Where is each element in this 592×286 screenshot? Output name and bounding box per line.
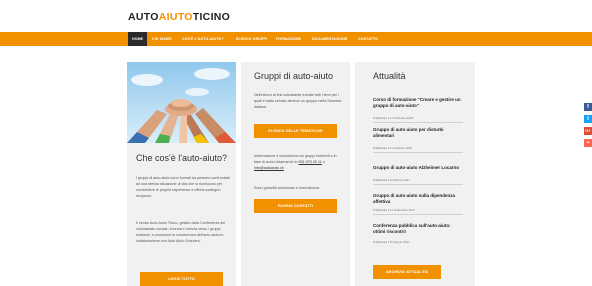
card-self-help-groups: Gruppi di auto-aiuto Nell'elenco al link… <box>241 62 350 286</box>
news-item-date: Pubblicato il 11 Settembre 2017 <box>373 208 416 212</box>
logo-part-auto: AUTO <box>128 11 159 23</box>
news-item-title[interactable]: Gruppo di auto-aiuto per disturbi alimen… <box>373 127 463 139</box>
news-item-date: Pubblicato il 9 Ottobre 2017 <box>373 178 411 182</box>
news-item-date: Pubblicato il 8 Giugno 2017 <box>373 240 410 244</box>
card2-title: Gruppi di auto-aiuto <box>254 71 334 81</box>
logo-part-ticino: TICINO <box>192 11 231 23</box>
card3-title: Attualità <box>373 71 406 81</box>
news-item-title[interactable]: Corso di formazione "Creare e gestire un… <box>373 97 463 109</box>
news-item-date: Pubblicato il 11 Febbraio 2018 <box>373 116 414 120</box>
site-logo[interactable]: AUTOAIUTOTICINO <box>128 11 230 23</box>
nav-documentazione[interactable]: DOCUMENTAZIONE <box>308 32 351 46</box>
news-divider <box>373 184 463 185</box>
nav-cos-e-auto-aiuto[interactable]: COS'È L'AUTO-AIUTO? <box>178 32 228 46</box>
card-news: Attualità Corso di formazione "Creare e … <box>355 62 475 286</box>
card1-paragraph-1: I gruppi di auto-aiuto sono formati da p… <box>136 176 230 198</box>
news-divider <box>373 214 463 215</box>
contact-page-button[interactable]: PAGINA CONTATTI <box>254 199 337 213</box>
nav-chi-siamo[interactable]: CHI SIAMO <box>148 32 176 46</box>
card2-or-text: o <box>322 160 325 164</box>
card-what-is-self-help: Che cos'è l'auto-aiuto? I gruppi di auto… <box>127 62 236 286</box>
share-more-icon[interactable]: + <box>584 139 592 147</box>
nav-elenco-gruppi[interactable]: ELENCO GRUPPI <box>232 32 271 46</box>
email-link[interactable]: info@autoaiuto.ch <box>254 166 284 170</box>
news-divider <box>373 122 463 123</box>
card2-paragraph-1: Nell'elenco al link sottostante trovate … <box>254 93 342 109</box>
read-more-button[interactable]: LEGGI TUTTO <box>140 272 223 286</box>
twitter-icon[interactable]: t <box>584 115 592 123</box>
card1-paragraph-2: Il centro Auto Aiuto Ticino, gestito dal… <box>136 221 226 243</box>
news-item-date: Pubblicato il 6 Febbraio 2018 <box>373 146 412 150</box>
nav-contatto[interactable]: CONTATTO <box>354 32 382 46</box>
card2-paragraph-3: Sono garantiti anonimato e riservatezza. <box>254 186 321 190</box>
main-nav: HOME CHI SIAMO COS'È L'AUTO-AIUTO? ELENC… <box>0 32 592 46</box>
topics-list-button[interactable]: ELENCO DELLE TEMATICHE <box>254 124 337 138</box>
news-archive-button[interactable]: ARCHIVIO ATTUALITÀ <box>373 265 441 279</box>
phone-link[interactable]: 091 970 20 11 <box>299 160 322 164</box>
card2-paragraph-2: Informazione e consulenza sui gruppi esi… <box>254 153 342 171</box>
nav-formazione[interactable]: FORMAZIONE <box>272 32 305 46</box>
nav-home[interactable]: HOME <box>128 32 148 46</box>
news-divider <box>373 152 463 153</box>
news-item-title[interactable]: Conferenza pubblica sull'auto-aiuto: ott… <box>373 223 463 235</box>
google-plus-icon[interactable]: G+ <box>584 127 592 135</box>
hands-together-photo <box>127 62 236 143</box>
facebook-icon[interactable]: f <box>584 103 592 111</box>
news-item-title[interactable]: Gruppo di auto-aiuto sulla dipendenza af… <box>373 193 463 205</box>
logo-part-aiuto: AIUTO <box>158 11 193 23</box>
card1-title: Che cos'è l'auto-aiuto? <box>136 153 227 163</box>
news-item-title[interactable]: Gruppo di auto-aiuto Alzheimer Locarno <box>373 165 463 171</box>
